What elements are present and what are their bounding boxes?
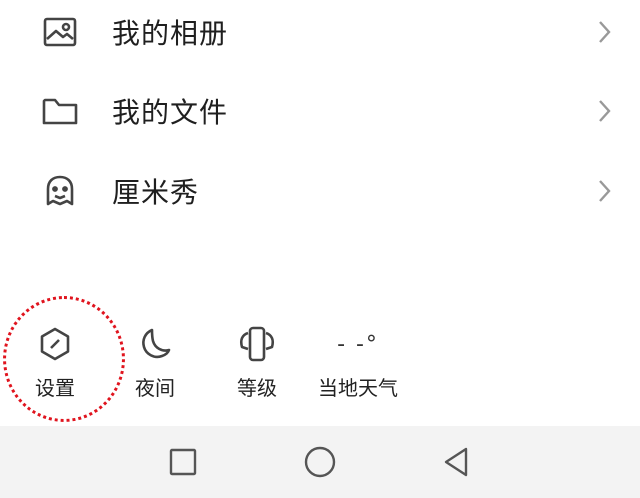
local-weather-button[interactable]: - -° 当地天气 (303, 322, 413, 402)
settings-label: 设置 (35, 376, 75, 400)
back-icon[interactable] (436, 442, 476, 482)
system-nav-bar (0, 426, 640, 498)
weather-value: - -° (337, 331, 379, 357)
level-badge-icon (235, 322, 279, 366)
menu-item-label: 厘米秀 (112, 176, 200, 209)
weather-icon: - -° (328, 322, 388, 366)
menu-item-label: 我的文件 (112, 96, 229, 129)
moon-icon (133, 322, 177, 366)
ghost-mascot-icon (40, 171, 80, 211)
chevron-right-icon (599, 21, 611, 43)
menu-item-label: 我的相册 (112, 17, 229, 50)
local-weather-label: 当地天气 (318, 376, 398, 400)
menu-item-cmshow[interactable]: 厘米秀 (0, 151, 640, 231)
level-label: 等级 (237, 376, 277, 400)
level-button[interactable]: 等级 (202, 322, 312, 402)
folder-icon (40, 91, 80, 131)
menu-item-files[interactable]: 我的文件 (0, 71, 640, 151)
night-mode-button[interactable]: 夜间 (100, 322, 210, 402)
night-mode-label: 夜间 (135, 376, 175, 400)
menu-item-album[interactable]: 我的相册 (0, 0, 640, 72)
recent-apps-icon[interactable] (163, 442, 203, 482)
home-icon[interactable] (300, 442, 340, 482)
photo-album-icon (40, 12, 80, 52)
chevron-right-icon (599, 100, 611, 122)
settings-hexagon-icon (33, 322, 77, 366)
settings-button[interactable]: 设置 (0, 322, 110, 402)
chevron-right-icon (599, 180, 611, 202)
